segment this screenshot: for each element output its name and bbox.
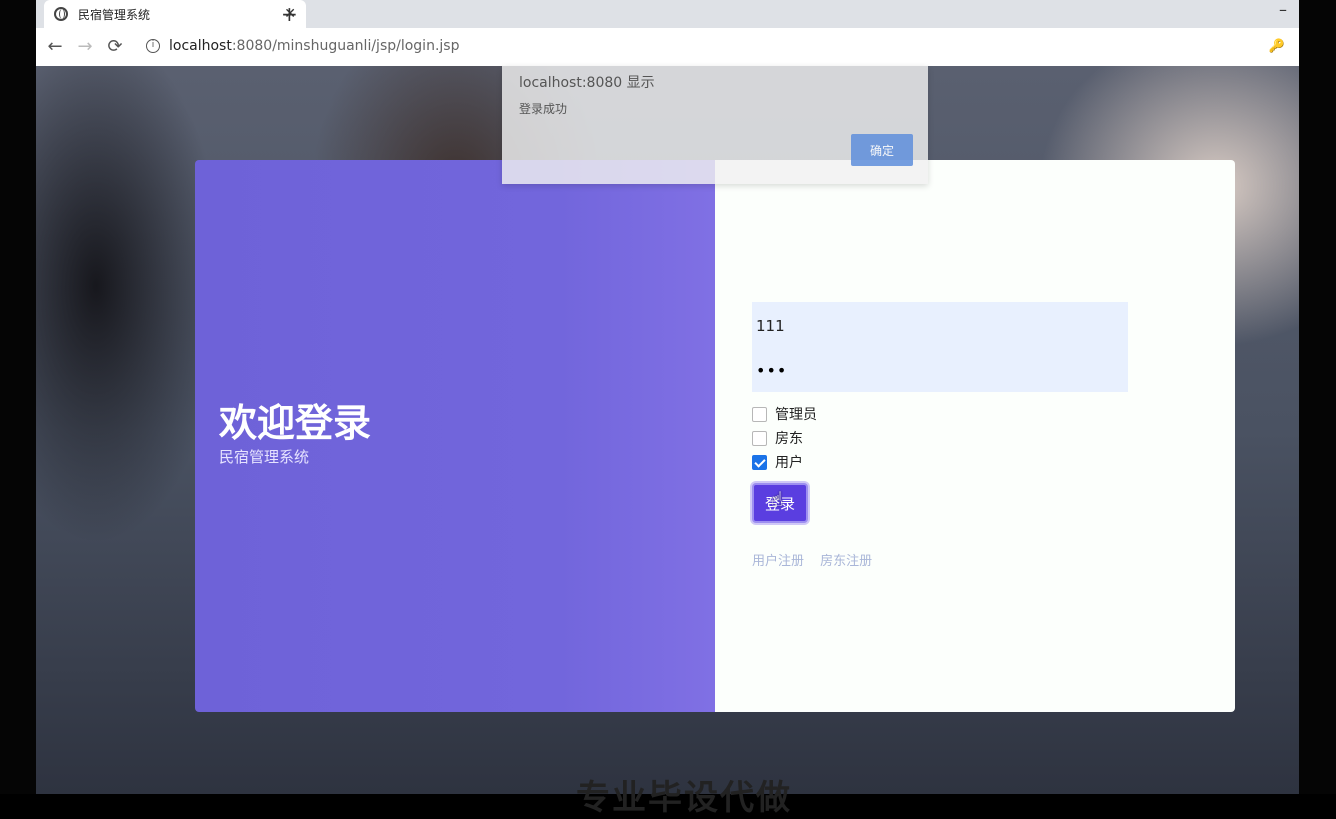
key-icon[interactable]: 🔑 (1269, 39, 1285, 54)
role-admin[interactable]: 管理员 (752, 404, 817, 424)
system-name: 民宿管理系统 (219, 448, 310, 466)
right-frame (1299, 0, 1336, 794)
user-register-link[interactable]: 用户注册 (752, 554, 804, 569)
role-user-checkbox[interactable] (752, 454, 767, 470)
minimize-button[interactable]: – (1279, 0, 1287, 19)
credentials-box (752, 302, 1128, 392)
reload-icon[interactable]: ⟳ (104, 36, 126, 57)
globe-icon (54, 7, 68, 21)
forward-icon[interactable]: → (74, 36, 96, 57)
alert-title: localhost:8080 显示 (519, 75, 655, 91)
new-tab-button[interactable]: + (281, 2, 298, 26)
video-caption: 专业毕设代做 (576, 778, 792, 818)
address-bar[interactable]: localhost:8080/minshuguanli/jsp/login.js… (169, 38, 459, 54)
role-user[interactable]: 用户 (752, 452, 803, 472)
welcome-heading: 欢迎登录 (219, 401, 372, 445)
back-icon[interactable]: ← (44, 36, 66, 57)
role-admin-checkbox[interactable] (752, 406, 767, 422)
username-input[interactable] (754, 316, 1118, 336)
welcome-panel: 欢迎登录 民宿管理系统 (195, 160, 715, 712)
role-admin-label: 管理员 (775, 407, 817, 423)
alert-dialog: localhost:8080 显示 登录成功 确定 (502, 66, 928, 184)
tab-strip: 民宿管理系统 ✕ + – (36, 0, 1299, 28)
password-input[interactable] (754, 360, 1118, 381)
left-frame (0, 0, 36, 794)
alert-message: 登录成功 (519, 102, 568, 116)
role-landlord-label: 房东 (775, 431, 803, 447)
tab-title: 民宿管理系统 (78, 7, 151, 22)
role-user-label: 用户 (775, 455, 803, 471)
login-form-panel: 管理员 房东 用户 登录 ☝ 用户注册 房东注册 (715, 160, 1235, 712)
register-links: 用户注册 房东注册 (752, 550, 884, 569)
hand-cursor-icon: ☝ (771, 487, 784, 511)
url-path: :8080/minshuguanli/jsp/login.jsp (231, 38, 460, 54)
url-host: localhost (169, 38, 232, 54)
alert-ok-button[interactable]: 确定 (851, 134, 913, 166)
role-landlord[interactable]: 房东 (752, 428, 803, 448)
browser-tab[interactable]: 民宿管理系统 ✕ (44, 0, 306, 28)
role-landlord-checkbox[interactable] (752, 430, 767, 446)
landlord-register-link[interactable]: 房东注册 (820, 554, 872, 569)
browser-toolbar: ← → ⟳ i localhost:8080/minshuguanli/jsp/… (36, 28, 1299, 67)
info-icon[interactable]: i (146, 39, 160, 53)
